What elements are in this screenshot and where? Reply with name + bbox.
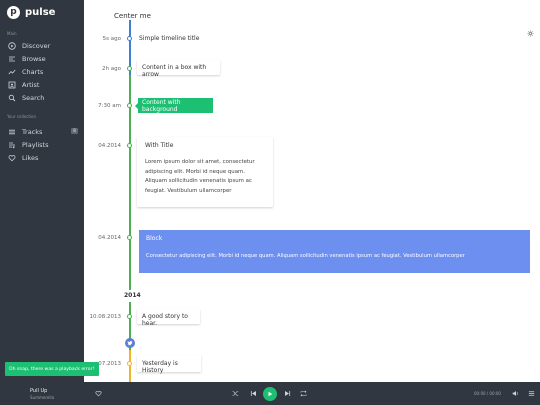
- timeline-card: Content in a box with arrow: [137, 60, 220, 78]
- volume-icon[interactable]: [512, 390, 519, 399]
- trending-icon: [7, 67, 16, 76]
- timeline-line-segment: [129, 350, 131, 382]
- timeline-time: 5s ago: [102, 36, 121, 42]
- sidebar-item-label: Discover: [22, 41, 51, 50]
- timeline-dot: [127, 36, 132, 41]
- timeline-dot: [127, 103, 132, 108]
- toast-text: Oh snap, there was a playback error!: [9, 366, 95, 372]
- list-icon: [7, 54, 16, 63]
- queue-menu-icon[interactable]: [528, 390, 535, 399]
- sidebar-item-tracks[interactable]: Tracks 8: [7, 126, 79, 137]
- sidebar-item-browse[interactable]: Browse: [7, 53, 79, 64]
- next-icon[interactable]: [284, 390, 291, 399]
- sidebar-item-artist[interactable]: Artist: [7, 79, 79, 90]
- sidebar-item-label: Search: [22, 93, 45, 102]
- previous-icon[interactable]: [250, 390, 257, 399]
- nav-header-collection: Your collection: [7, 114, 37, 119]
- play-button[interactable]: [263, 387, 277, 401]
- timeline-dot: [127, 361, 132, 366]
- timeline-dot: [127, 143, 132, 148]
- play-circle-icon: [7, 41, 16, 50]
- sidebar-item-label: Artist: [22, 80, 40, 89]
- timeline-entry-title: Simple timeline title: [139, 35, 200, 42]
- timeline-entry-body: Consectetur adipiscing elit. Morbi id ne…: [146, 253, 465, 259]
- timeline-time: 04.2014: [98, 143, 121, 149]
- nav-header-main: Main: [7, 31, 17, 36]
- pulse-logo-icon: p: [7, 6, 20, 19]
- timeline-entry-title: Yesterday is History: [142, 360, 178, 374]
- timeline-dot: [127, 66, 132, 71]
- sidebar-item-search[interactable]: Search: [7, 92, 79, 103]
- artist-icon: [7, 80, 16, 89]
- brand-name: pulse: [25, 7, 56, 18]
- timeline-entry-title: A good story to hear.: [142, 313, 188, 327]
- brand-mark-letter: p: [10, 7, 17, 17]
- brand-logo[interactable]: p pulse: [7, 6, 55, 19]
- settings-gear-icon[interactable]: [527, 30, 534, 37]
- tracks-count-badge: 8: [71, 128, 78, 134]
- timeline-card: Yesterday is History: [137, 355, 201, 374]
- repeat-icon[interactable]: [300, 390, 307, 399]
- error-toast[interactable]: Oh snap, there was a playback error!: [5, 362, 99, 376]
- track-title: Pull Up: [30, 388, 48, 394]
- timeline-center-title: Center me: [114, 12, 151, 20]
- sidebar-item-label: Tracks: [22, 127, 43, 136]
- sidebar-item-label: Playlists: [22, 140, 49, 149]
- timeline-card-blue: Block Consectetur adipiscing elit. Morbi…: [139, 230, 530, 273]
- track-artist[interactable]: Summerella: [30, 395, 54, 400]
- player-bar: Pull Up Summerella 00:00 / 00:00: [0, 382, 540, 405]
- timeline-entry-body: Lorem ipsum dolor sit amet, consectetur …: [145, 159, 255, 194]
- tracks-icon: [7, 127, 16, 136]
- timeline-dot: [127, 314, 132, 319]
- sidebar-item-likes[interactable]: Likes: [7, 152, 79, 163]
- timeline-card-green: Content with background: [138, 98, 213, 113]
- timeline-time: 2h ago: [102, 66, 121, 72]
- timeline-panel: Center me 5s ago Simple timeline title 2…: [84, 0, 540, 382]
- timeline-time: 04.2014: [98, 235, 121, 241]
- timeline-time: 10.08.2013: [89, 314, 122, 320]
- sidebar-item-label: Browse: [22, 54, 46, 63]
- like-heart-icon[interactable]: [95, 390, 102, 399]
- timeline-entry-title: Content with background: [142, 98, 181, 113]
- playlist-icon: [7, 140, 16, 149]
- search-icon: [7, 93, 16, 102]
- timeline-entry-title: With Title: [145, 142, 174, 149]
- sidebar-item-label: Charts: [22, 67, 44, 76]
- timeline-entry-title: Content in a box with arrow: [142, 64, 207, 78]
- timeline-dot: [127, 235, 132, 240]
- twitter-icon[interactable]: [125, 338, 135, 348]
- timeline-card: A good story to hear.: [137, 309, 200, 327]
- timeline-year-marker: 2014: [124, 292, 141, 299]
- shuffle-icon[interactable]: [232, 390, 239, 399]
- timeline-card: With Title Lorem ipsum dolor sit amet, c…: [137, 137, 273, 207]
- timeline-time: 7:30 am: [98, 103, 121, 109]
- heart-icon: [7, 153, 16, 162]
- sidebar: p pulse Main Discover Browse Charts Arti…: [0, 0, 84, 382]
- sidebar-item-label: Likes: [22, 153, 39, 162]
- timeline-entry-title: Block: [146, 235, 163, 242]
- playback-time: 00:00 / 00:00: [474, 391, 501, 396]
